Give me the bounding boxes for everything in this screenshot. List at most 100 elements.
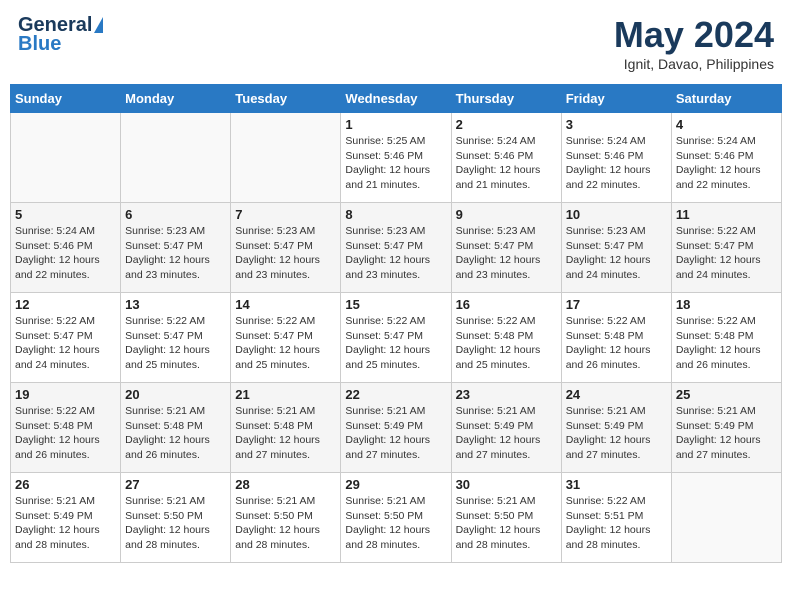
day-number: 5 (15, 207, 116, 222)
day-info: Sunrise: 5:24 AM Sunset: 5:46 PM Dayligh… (676, 134, 777, 193)
calendar-cell: 15 Sunrise: 5:22 AM Sunset: 5:47 PM Dayli… (341, 293, 451, 383)
day-info: Sunrise: 5:21 AM Sunset: 5:49 PM Dayligh… (566, 404, 667, 463)
calendar-cell (671, 473, 781, 563)
calendar-week-row: 19Sunrise: 5:22 AM Sunset: 5:48 PM Dayli… (11, 383, 782, 473)
day-info: Sunrise: 5:23 AM Sunset: 5:47 PM Dayligh… (125, 224, 226, 283)
calendar-cell: 8 Sunrise: 5:23 AM Sunset: 5:47 PM Daylig… (341, 203, 451, 293)
day-info: Sunrise: 5:21 AM Sunset: 5:48 PM Dayligh… (125, 404, 226, 463)
day-number: 31 (566, 477, 667, 492)
calendar-cell: 26Sunrise: 5:21 AM Sunset: 5:49 PM Dayli… (11, 473, 121, 563)
weekday-header-monday: Monday (121, 85, 231, 113)
logo: General Blue (18, 14, 103, 56)
day-info: Sunrise: 5:21 AM Sunset: 5:50 PM Dayligh… (345, 494, 446, 553)
day-number: 27 (125, 477, 226, 492)
calendar-cell: 11 Sunrise: 5:22 AM Sunset: 5:47 PM Dayli… (671, 203, 781, 293)
calendar-cell: 13Sunrise: 5:22 AM Sunset: 5:47 PM Dayli… (121, 293, 231, 383)
calendar-week-row: 26Sunrise: 5:21 AM Sunset: 5:49 PM Dayli… (11, 473, 782, 563)
day-info: Sunrise: 5:22 AM Sunset: 5:48 PM Dayligh… (676, 314, 777, 373)
day-info: Sunrise: 5:23 AM Sunset: 5:47 PM Dayligh… (345, 224, 446, 283)
calendar-cell: 31 Sunrise: 5:22 AM Sunset: 5:51 PM Dayli… (561, 473, 671, 563)
day-number: 9 (456, 207, 557, 222)
calendar-cell: 27Sunrise: 5:21 AM Sunset: 5:50 PM Dayli… (121, 473, 231, 563)
calendar-cell: 18 Sunrise: 5:22 AM Sunset: 5:48 PM Dayli… (671, 293, 781, 383)
calendar-cell: 25 Sunrise: 5:21 AM Sunset: 5:49 PM Dayli… (671, 383, 781, 473)
day-info: Sunrise: 5:22 AM Sunset: 5:48 PM Dayligh… (566, 314, 667, 373)
day-info: Sunrise: 5:22 AM Sunset: 5:48 PM Dayligh… (456, 314, 557, 373)
day-info: Sunrise: 5:22 AM Sunset: 5:47 PM Dayligh… (345, 314, 446, 373)
calendar-cell: 29 Sunrise: 5:21 AM Sunset: 5:50 PM Dayli… (341, 473, 451, 563)
day-number: 14 (235, 297, 336, 312)
calendar-cell: 17 Sunrise: 5:22 AM Sunset: 5:48 PM Dayli… (561, 293, 671, 383)
calendar-week-row: 1 Sunrise: 5:25 AM Sunset: 5:46 PM Daylig… (11, 113, 782, 203)
day-number: 29 (345, 477, 446, 492)
calendar-week-row: 12 Sunrise: 5:22 AM Sunset: 5:47 PM Dayli… (11, 293, 782, 383)
day-info: Sunrise: 5:23 AM Sunset: 5:47 PM Dayligh… (456, 224, 557, 283)
calendar-cell: 14 Sunrise: 5:22 AM Sunset: 5:47 PM Dayli… (231, 293, 341, 383)
day-info: Sunrise: 5:21 AM Sunset: 5:49 PM Dayligh… (676, 404, 777, 463)
calendar-cell: 20 Sunrise: 5:21 AM Sunset: 5:48 PM Dayli… (121, 383, 231, 473)
day-info: Sunrise: 5:23 AM Sunset: 5:47 PM Dayligh… (235, 224, 336, 283)
day-number: 23 (456, 387, 557, 402)
calendar-cell: 24 Sunrise: 5:21 AM Sunset: 5:49 PM Dayli… (561, 383, 671, 473)
calendar-cell: 16 Sunrise: 5:22 AM Sunset: 5:48 PM Dayli… (451, 293, 561, 383)
calendar-cell: 2 Sunrise: 5:24 AM Sunset: 5:46 PM Daylig… (451, 113, 561, 203)
day-number: 25 (676, 387, 777, 402)
weekday-header-tuesday: Tuesday (231, 85, 341, 113)
day-number: 1 (345, 117, 446, 132)
day-number: 11 (676, 207, 777, 222)
weekday-header-row: SundayMondayTuesdayWednesdayThursdayFrid… (11, 85, 782, 113)
day-info: Sunrise: 5:24 AM Sunset: 5:46 PM Dayligh… (456, 134, 557, 193)
calendar-cell: 3Sunrise: 5:24 AM Sunset: 5:46 PM Daylig… (561, 113, 671, 203)
weekday-header-thursday: Thursday (451, 85, 561, 113)
day-info: Sunrise: 5:21 AM Sunset: 5:49 PM Dayligh… (456, 404, 557, 463)
day-number: 21 (235, 387, 336, 402)
day-info: Sunrise: 5:21 AM Sunset: 5:49 PM Dayligh… (15, 494, 116, 553)
weekday-header-friday: Friday (561, 85, 671, 113)
day-info: Sunrise: 5:22 AM Sunset: 5:47 PM Dayligh… (15, 314, 116, 373)
day-number: 2 (456, 117, 557, 132)
calendar-cell (231, 113, 341, 203)
day-number: 13 (125, 297, 226, 312)
calendar-cell: 1 Sunrise: 5:25 AM Sunset: 5:46 PM Daylig… (341, 113, 451, 203)
day-number: 12 (15, 297, 116, 312)
day-number: 8 (345, 207, 446, 222)
day-number: 19 (15, 387, 116, 402)
day-info: Sunrise: 5:25 AM Sunset: 5:46 PM Dayligh… (345, 134, 446, 193)
day-info: Sunrise: 5:24 AM Sunset: 5:46 PM Dayligh… (15, 224, 116, 283)
day-info: Sunrise: 5:22 AM Sunset: 5:47 PM Dayligh… (676, 224, 777, 283)
calendar-cell: 6 Sunrise: 5:23 AM Sunset: 5:47 PM Daylig… (121, 203, 231, 293)
calendar-cell (11, 113, 121, 203)
day-number: 6 (125, 207, 226, 222)
calendar-cell: 21 Sunrise: 5:21 AM Sunset: 5:48 PM Dayli… (231, 383, 341, 473)
weekday-header-saturday: Saturday (671, 85, 781, 113)
day-number: 7 (235, 207, 336, 222)
calendar-cell: 9 Sunrise: 5:23 AM Sunset: 5:47 PM Daylig… (451, 203, 561, 293)
day-number: 17 (566, 297, 667, 312)
day-info: Sunrise: 5:21 AM Sunset: 5:49 PM Dayligh… (345, 404, 446, 463)
day-number: 18 (676, 297, 777, 312)
calendar-table: SundayMondayTuesdayWednesdayThursdayFrid… (10, 84, 782, 563)
calendar-cell: 22 Sunrise: 5:21 AM Sunset: 5:49 PM Dayli… (341, 383, 451, 473)
logo-blue: Blue (18, 33, 61, 56)
day-info: Sunrise: 5:22 AM Sunset: 5:51 PM Dayligh… (566, 494, 667, 553)
day-number: 3 (566, 117, 667, 132)
location: Ignit, Davao, Philippines (614, 56, 774, 72)
calendar-cell: 5 Sunrise: 5:24 AM Sunset: 5:46 PM Daylig… (11, 203, 121, 293)
calendar-cell: 23 Sunrise: 5:21 AM Sunset: 5:49 PM Dayli… (451, 383, 561, 473)
day-info: Sunrise: 5:22 AM Sunset: 5:47 PM Dayligh… (235, 314, 336, 373)
title-area: May 2024 Ignit, Davao, Philippines (614, 14, 774, 72)
calendar-cell: 4 Sunrise: 5:24 AM Sunset: 5:46 PM Daylig… (671, 113, 781, 203)
day-info: Sunrise: 5:23 AM Sunset: 5:47 PM Dayligh… (566, 224, 667, 283)
calendar-cell: 12 Sunrise: 5:22 AM Sunset: 5:47 PM Dayli… (11, 293, 121, 383)
day-number: 22 (345, 387, 446, 402)
day-number: 16 (456, 297, 557, 312)
day-number: 24 (566, 387, 667, 402)
calendar-cell: 7 Sunrise: 5:23 AM Sunset: 5:47 PM Daylig… (231, 203, 341, 293)
month-title: May 2024 (614, 14, 774, 56)
day-number: 20 (125, 387, 226, 402)
day-number: 15 (345, 297, 446, 312)
calendar-cell: 19Sunrise: 5:22 AM Sunset: 5:48 PM Dayli… (11, 383, 121, 473)
weekday-header-sunday: Sunday (11, 85, 121, 113)
day-number: 4 (676, 117, 777, 132)
day-info: Sunrise: 5:21 AM Sunset: 5:48 PM Dayligh… (235, 404, 336, 463)
